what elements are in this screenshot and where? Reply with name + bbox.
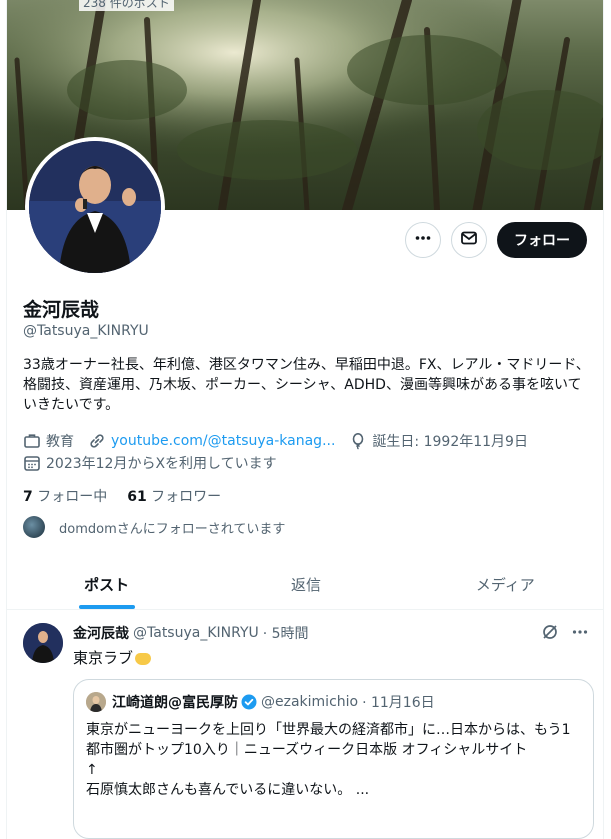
avatar-image [29,141,161,273]
profile-meta-row-2: 2023年12月からXを利用しています [23,453,291,473]
follower-avatar [23,516,45,538]
calendar-icon [24,456,40,471]
verified-badge-icon [241,694,257,710]
joined-item: 2023年12月からXを利用しています [23,453,277,473]
link-icon [90,434,104,448]
heart-hands-emoji-icon [135,652,152,665]
website-item[interactable]: youtube.com/@tatsuya-kanag... [88,432,335,450]
followed-by[interactable]: domdomさんにフォローされています [23,516,285,538]
tweet-author-name[interactable]: 金河辰哉 [73,623,129,643]
followers-link[interactable]: 61 フォロワー [127,486,221,506]
profile-handle: @Tatsuya_KINRYU [23,323,149,339]
joined-label: 2023年12月からXを利用しています [46,456,277,472]
profile-avatar[interactable] [25,137,165,277]
birthday-label: 誕生日: 1992年11月9日 [372,434,528,450]
quote-author-name: 江崎道朗@富民厚防 [112,695,238,711]
grok-icon[interactable] [541,623,559,645]
tweet-author-avatar[interactable] [23,623,63,663]
profile-tabs: ポスト 返信 メディア [7,560,603,610]
briefcase-icon [24,434,40,448]
tweet-header: 金河辰哉 @Tatsuya_KINRYU · 5時間 [73,623,309,643]
tweet-tools [541,623,589,645]
following-link[interactable]: 7 フォロー中 [23,486,107,506]
quote-body: 東京がニューヨークを上回り「世界最大の経済都市」に…日本からは、もう1都市圏がト… [86,720,584,800]
tweet-text: 東京ラブ [73,649,134,667]
followed-by-text: domdomさんにフォローされています [59,521,286,537]
quote-line: ↑ [86,762,98,778]
quoted-tweet[interactable]: 江崎道朗@富民厚防 @ezakimichio · 11月16日 東京がニューヨー… [73,679,594,839]
profile-page: 238 件のポスト フォロー 金河辰哉 @Tatsuya_KINRYU 33歳オ… [6,0,604,839]
tweet-more-icon[interactable] [571,623,589,645]
tweet[interactable]: 金河辰哉 @Tatsuya_KINRYU · 5時間 東京ラブ 江崎道朗@富民厚… [7,611,603,839]
more-button[interactable] [405,222,441,258]
tweet-author-handle[interactable]: @Tatsuya_KINRYU [133,625,259,641]
balloon-icon [353,433,364,450]
website-link[interactable]: youtube.com/@tatsuya-kanag... [111,433,335,449]
envelope-icon [460,229,478,251]
quote-author-handle: @ezakimichio [261,694,359,710]
category-label: 教育 [46,434,74,450]
quote-author-avatar [86,692,106,712]
follow-stats: 7 フォロー中 61 フォロワー [23,486,221,506]
birthday-item: 誕生日: 1992年11月9日 [349,431,528,451]
tab-replies[interactable]: 返信 [206,560,405,609]
profile-bio: 33歳オーナー社長、年利億、港区タワマン住み、早稲田中退。FX、レアル・マドリー… [23,357,590,413]
quote-time: · 11月16日 [362,695,435,711]
profile-actions: フォロー [405,222,587,258]
message-button[interactable] [451,222,487,258]
category-item: 教育 [23,431,74,451]
tweet-text-row: 東京ラブ [73,647,152,668]
following-label: フォロー中 [37,489,108,505]
profile-name: 金河辰哉 [23,299,100,321]
quote-line: 石原慎太郎さんも喜んでいるに違いない。 ... [86,782,370,798]
follow-button[interactable]: フォロー [497,222,587,258]
following-count: 7 [23,489,33,505]
tweet-time[interactable]: · 5時間 [263,623,309,643]
quote-header: 江崎道朗@富民厚防 @ezakimichio · 11月16日 [86,692,435,712]
followers-label: フォロワー [151,489,222,505]
more-icon [414,229,432,251]
quote-line: 東京がニューヨークを上回り「世界最大の経済都市」に…日本からは、もう1都市圏がト… [86,722,571,758]
post-count: 238 件のポスト [79,0,174,11]
tab-media[interactable]: メディア [406,560,603,609]
tab-posts[interactable]: ポスト [7,560,206,609]
profile-meta-row-1: 教育 youtube.com/@tatsuya-kanag... 誕生日: 19… [23,431,542,451]
followers-count: 61 [127,489,147,505]
